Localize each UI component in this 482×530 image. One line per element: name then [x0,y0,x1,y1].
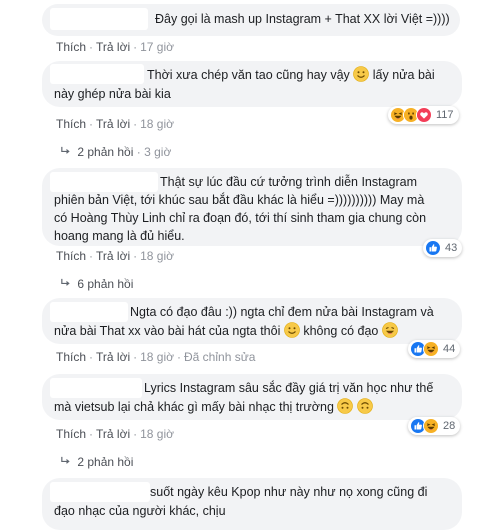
reaction-summary[interactable]: 117 [388,106,459,124]
comment-text: Ngta có đạo đâu :)) ngta chỉ đem nửa bài… [130,305,434,319]
comment-text: này ghép nửa bài kia [54,87,171,101]
comment-time[interactable]: 17 giờ [140,40,174,54]
haha-icon [423,418,439,434]
reply-arrow-icon [60,145,74,159]
view-replies-link[interactable]: 6 phản hồi [60,277,133,291]
reply-arrow-icon [60,277,74,291]
grin-emoji-icon [382,322,398,338]
reaction-count: 43 [445,242,458,254]
comment-text: có Hoàng Thùy Linh chỉ ra đoạn đó, tới t… [54,211,427,225]
comment-time[interactable]: 18 giờ [140,249,174,263]
reply-link[interactable]: Trả lời [96,350,130,364]
reaction-summary[interactable]: 44 [408,340,461,358]
like-link[interactable]: Thích [56,40,86,54]
reply-link[interactable]: Trả lời [96,427,130,441]
love-icon [416,107,432,123]
view-replies-link[interactable]: 2 phản hồi [60,455,133,469]
comment-text: đạo nhạc của người khác, chịu [54,504,226,518]
haha-icon [423,341,439,357]
comment-time[interactable]: 18 giờ [140,350,174,364]
view-replies-link[interactable]: 2 phản hồi · 3 giờ [60,145,171,159]
comment-time[interactable]: 18 giờ [140,117,174,131]
reaction-count: 44 [443,343,456,355]
reaction-summary[interactable]: 28 [408,417,461,435]
smile-emoji-icon [353,66,369,82]
comment-actions: Thích · Trả lời · 18 giờ [56,427,174,441]
upside-down-emoji-icon [357,398,373,414]
reaction-count: 28 [443,420,456,432]
replies-count: 2 phản hồi [77,455,134,469]
like-link[interactable]: Thích [56,117,86,131]
comment-text: không có đạo [303,324,379,338]
comment-text: nửa bài That xx vào bài hát của ngta thô… [54,324,281,338]
reaction-count: 117 [436,109,454,121]
comment-text: Đây gọi là mash up Instagram + That XX l… [155,12,450,26]
replies-count: 6 phản hồi [77,277,134,291]
reply-link[interactable]: Trả lời [96,117,130,131]
reply-link[interactable]: Trả lời [96,40,130,54]
comment-actions: Thích · Trả lời · 17 giờ [56,40,174,54]
reply-link[interactable]: Trả lời [96,249,130,263]
author-name-redacted [50,64,144,84]
upside-down-emoji-icon [337,398,353,414]
comment-text: hoang mang là đủ hiểu. [54,229,185,243]
replies-count: 2 phản hồi [77,145,134,159]
author-name-redacted [50,302,128,322]
comment-text: mà vietsub lại chả khác gì mấy bài nhạc … [54,400,334,414]
like-link[interactable]: Thích [56,350,86,364]
like-link[interactable]: Thích [56,427,86,441]
author-name-redacted [50,8,148,30]
replies-time: 3 giờ [144,145,172,159]
author-name-redacted [50,378,142,398]
author-name-redacted [50,482,150,502]
smile-emoji-icon [284,322,300,338]
author-name-redacted [50,172,158,192]
comment-actions: Thích · Trả lời · 18 giờ · Đã chỉnh sửa [56,350,256,364]
comment-text: Thật sự lúc đầu cứ tưởng trình diễn Inst… [160,175,418,189]
comment-actions: Thích · Trả lời · 18 giờ [56,249,174,263]
like-link[interactable]: Thích [56,249,86,263]
reaction-summary[interactable]: 43 [423,239,463,257]
comment-text: suốt ngày kêu Kpop như này như nọ xong c… [150,485,428,499]
comment-text: lấy nửa bài [372,68,435,82]
comment-text: Lyrics Instagram sâu sắc đầy giá trị văn… [144,381,434,395]
comment-text: phiên bản Việt, tới khúc sau bắt đầu khá… [54,193,425,207]
comment-actions: Thích · Trả lời · 18 giờ [56,117,174,131]
comment-text: Thời xưa chép văn tao cũng hay vậy [147,68,350,82]
comment-time[interactable]: 18 giờ [140,427,174,441]
like-icon [425,240,441,256]
reply-arrow-icon [60,455,74,469]
edited-label[interactable]: Đã chỉnh sửa [184,350,255,364]
